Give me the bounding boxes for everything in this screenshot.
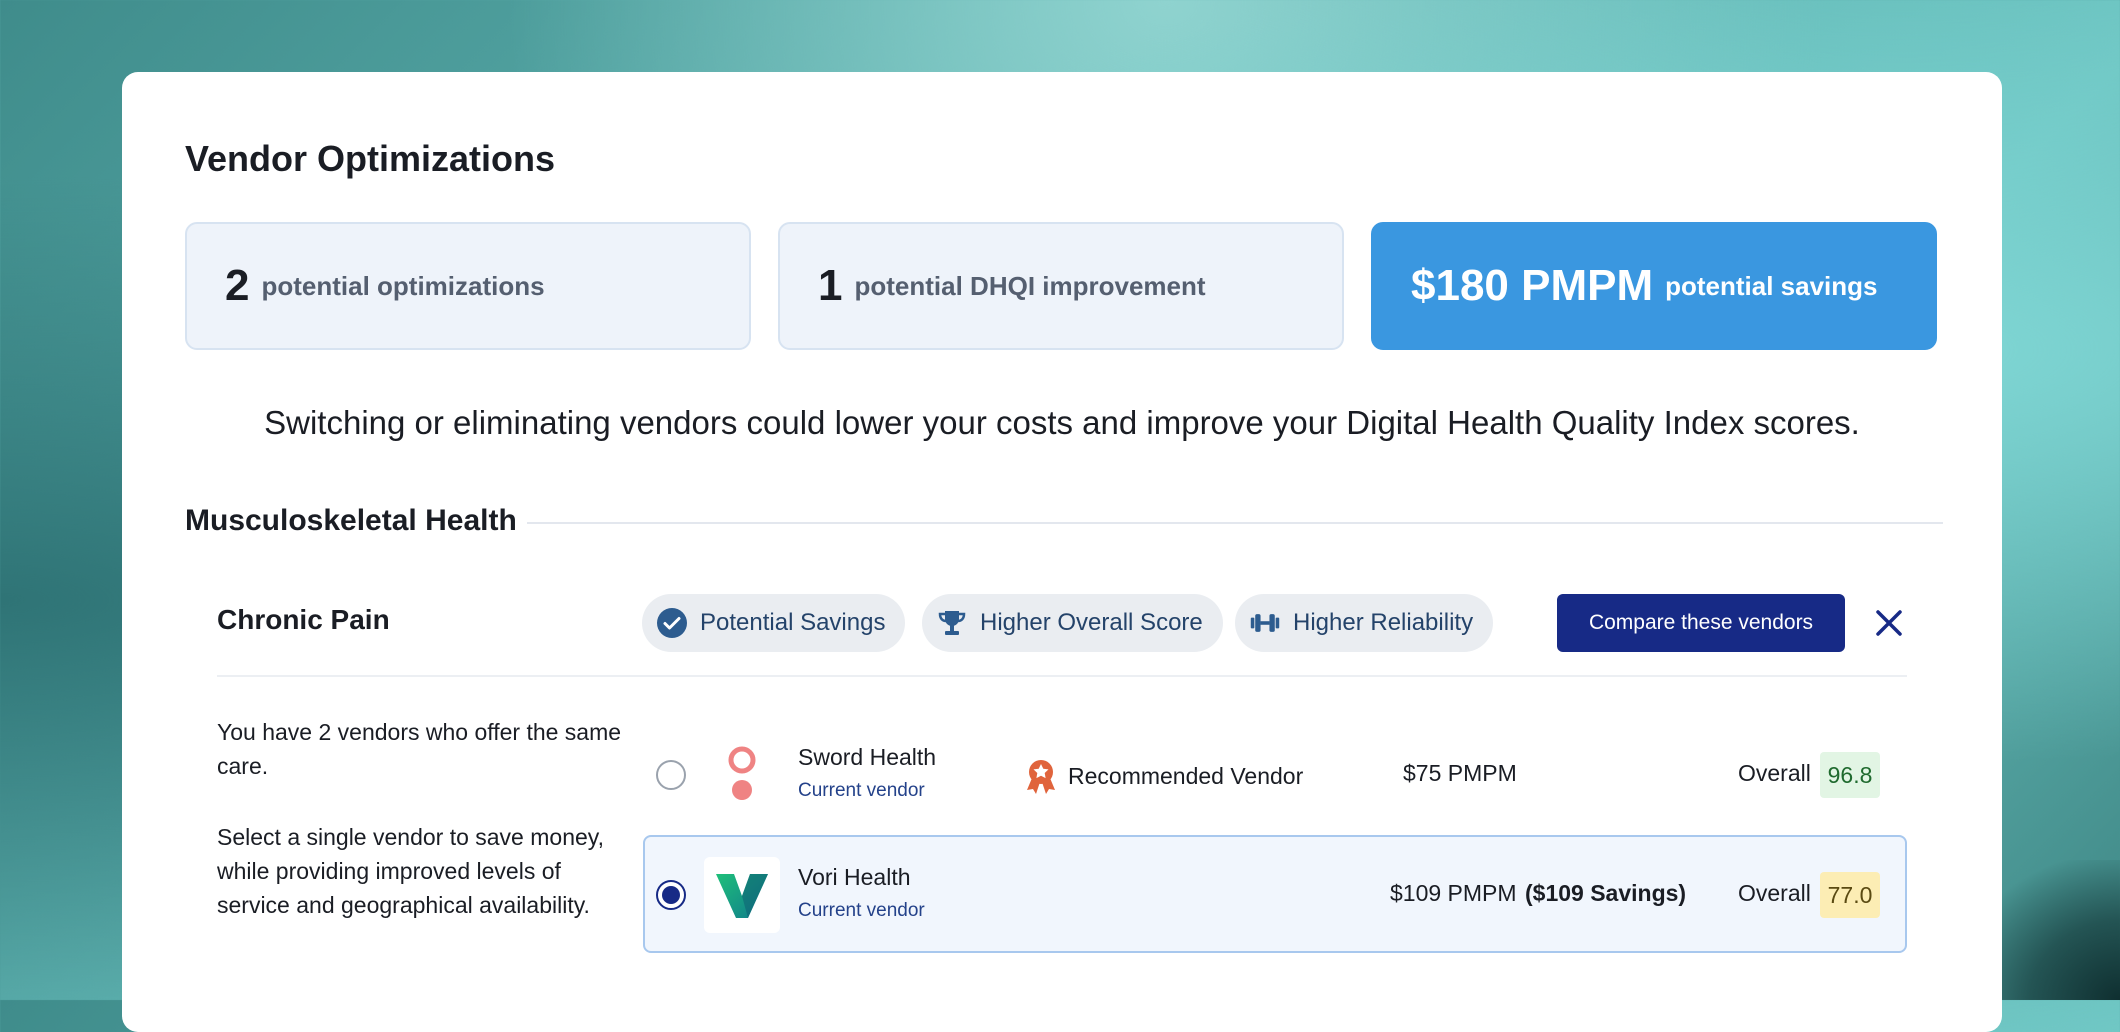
check-circle-icon [656,607,688,639]
vendor-savings: ($109 Savings) [1525,880,1687,906]
select-vendor-text: Select a single vendor to save money, wh… [217,824,604,918]
vendor-price: $75 PMPM [1403,760,1517,786]
sword-health-logo [704,737,780,813]
category-divider [217,675,1907,677]
stat-optimizations: 2 potential optimizations [185,222,751,350]
tag-label: Potential Savings [700,609,886,636]
category-title: Chronic Pain [217,604,390,635]
compare-vendors-button[interactable]: Compare these vendors [1557,594,1845,652]
vendor-radio[interactable] [656,760,686,790]
page-title: Vendor Optimizations [185,138,556,179]
stat-number: 1 [818,261,843,310]
overall-label: Overall [1738,880,1811,906]
stat-number: $180 PMPM [1411,261,1654,310]
trophy-icon [936,607,968,639]
vendor-row-vori-health[interactable] [643,835,1907,953]
summary-text: Switching or eliminating vendors could l… [264,404,1860,441]
tag-higher-reliability: Higher Reliability [1235,594,1494,652]
section-title: Musculoskeletal Health [185,504,517,537]
overall-label: Overall [1738,760,1811,786]
vendor-status: Current vendor [798,900,925,921]
tag-label: Higher Reliability [1293,609,1474,636]
vori-health-logo [704,857,780,933]
stat-dhqi: 1 potential DHQI improvement [778,222,1344,350]
close-icon[interactable] [1870,604,1908,642]
vendor-optimizations-card: Vendor Optimizations 2 potential optimiz… [122,72,2002,1032]
stat-savings: $180 PMPM potential savings [1371,222,1937,350]
overall-score-badge: 96.8 [1820,752,1880,798]
vendor-price: $109 PMPM [1390,880,1517,906]
recommended-badge: Recommended Vendor [1024,758,1303,794]
vendor-status: Current vendor [798,780,925,801]
overall-score-badge: 77.0 [1820,872,1880,918]
recommended-label: Recommended Vendor [1068,762,1304,789]
tag-higher-overall-score: Higher Overall Score [922,594,1223,652]
vendor-name: Vori Health [798,864,911,890]
vendor-radio-selected[interactable] [656,880,686,910]
tag-label: Higher Overall Score [980,609,1203,636]
tag-potential-savings: Potential Savings [642,594,906,652]
dumbbell-icon [1249,607,1281,639]
vendor-name: Sword Health [798,744,937,770]
award-ribbon-icon [1024,758,1058,794]
section-divider [527,522,1943,524]
stat-label: potential optimizations [261,270,545,301]
stat-label: potential savings [1665,270,1878,301]
vendor-count-text: You have 2 vendors who offer the same ca… [217,719,622,779]
stat-number: 2 [225,261,250,310]
stat-label: potential DHQI improvement [854,270,1206,301]
